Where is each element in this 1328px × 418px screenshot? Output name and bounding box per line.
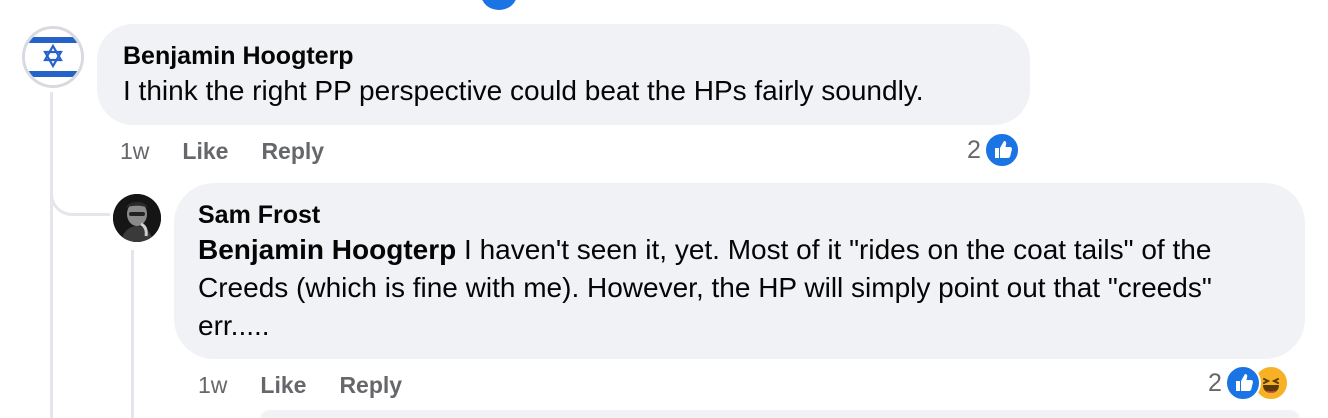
mention-link[interactable]: Benjamin Hoogterp — [198, 234, 456, 265]
comment-timestamp[interactable]: 1w — [198, 372, 227, 399]
thread-connector — [50, 180, 110, 216]
thread-line — [50, 92, 53, 418]
reaction-count: 2 — [1208, 368, 1222, 397]
reaction-summary[interactable]: 2 — [1208, 365, 1289, 401]
comment-author[interactable]: Sam Frost — [198, 199, 1281, 231]
comment-author[interactable]: Benjamin Hoogterp — [123, 40, 1004, 72]
comment-actions: 1w Like Reply — [120, 136, 324, 166]
reaction-count: 2 — [967, 135, 981, 164]
like-reaction-icon — [983, 132, 1020, 168]
comment-text: I think the right PP perspective could b… — [123, 75, 924, 106]
comment-timestamp[interactable]: 1w — [120, 138, 149, 165]
reaction-summary[interactable]: 2 — [967, 132, 1020, 168]
avatar[interactable] — [22, 26, 84, 88]
like-reaction-icon — [1224, 365, 1261, 401]
israel-flag-avatar-icon — [25, 29, 81, 85]
like-button[interactable]: Like — [260, 372, 306, 399]
reply-button[interactable]: Reply — [339, 372, 402, 399]
reply-button[interactable]: Reply — [261, 138, 324, 165]
comment-bubble: Benjamin Hoogterp I think the right PP p… — [97, 24, 1030, 125]
profile-photo-icon — [113, 194, 161, 242]
comment-bubble: Sam Frost Benjamin Hoogterp I haven't se… — [174, 183, 1305, 359]
previous-comment-like-icon — [481, 0, 517, 10]
avatar[interactable] — [113, 194, 161, 242]
comment-text: Benjamin Hoogterp I haven't seen it, yet… — [198, 231, 1281, 345]
like-button[interactable]: Like — [182, 138, 228, 165]
next-reply-bubble — [260, 410, 1300, 418]
thread-line — [131, 250, 134, 418]
comment-actions: 1w Like Reply — [198, 370, 402, 400]
